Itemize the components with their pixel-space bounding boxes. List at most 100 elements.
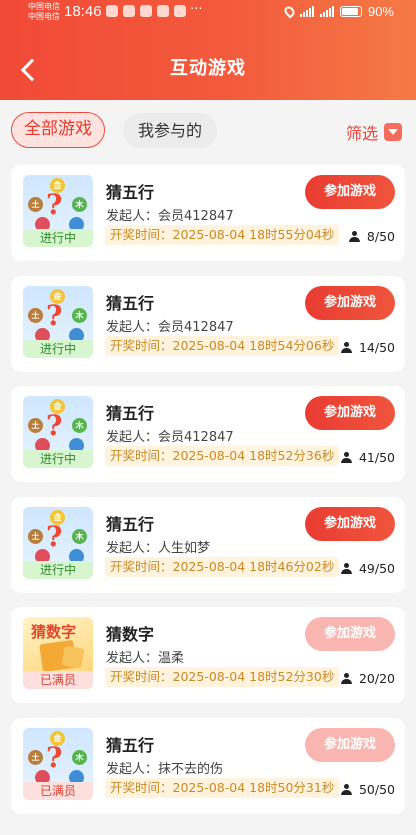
app-notification-icon [123,5,135,17]
participant-count: 41/50 [340,450,395,465]
dropdown-icon [384,123,402,141]
status-right: 90% [282,4,394,19]
draw-time: 开奖时间：2025-08-04 18时46分02秒 [105,557,340,577]
earth-ball-icon: 土 [28,529,43,544]
app-notification-icon [174,5,186,17]
join-game-button[interactable]: 参加游戏 [305,728,395,762]
people-icon [340,452,354,463]
draw-time: 开奖时间：2025-08-04 18时52分36秒 [105,446,340,466]
app-notification-icon [106,5,118,17]
wuxing-game-thumbnail: 金土木? 已满员 [23,728,93,800]
join-game-button[interactable]: 参加游戏 [305,507,395,541]
people-icon [340,784,354,795]
question-mark-icon: ? [46,741,63,774]
people-icon [348,231,362,242]
question-mark-icon: ? [46,409,63,442]
participant-count-text: 14/50 [358,340,395,355]
filter-label: 筛选 [345,124,378,143]
participant-count-text: 50/50 [358,782,395,797]
wood-ball-icon: 木 [72,529,87,544]
game-card[interactable]: 猜数字 已满员 猜数字 发起人：温柔 开奖时间：2025-08-04 18时52分30秒… [11,607,405,703]
people-icon [340,673,354,684]
join-game-button[interactable]: 参加游戏 [305,396,395,430]
status-time: 18:46 [64,3,102,20]
game-name: 猜五行 [106,294,155,313]
participant-count-text: 49/50 [358,561,395,576]
carrier-label: 中国电信 中国电信 [28,2,60,22]
game-card[interactable]: 金土木? 进行中 猜五行 发起人：会员412847 开奖时间：2025-08-04 18… [11,386,405,482]
status-badge: 进行中 [23,229,93,247]
initiator: 发起人：会员412847 [106,320,234,335]
earth-ball-icon: 土 [28,750,43,765]
app-notification-icon [157,5,169,17]
thumb-title: 猜数字 [31,623,77,641]
wuxing-game-thumbnail: 金土木? 进行中 [23,507,93,579]
participant-count: 50/50 [340,782,395,797]
battery-percent: 90% [367,4,394,19]
initiator: 发起人：温柔 [106,651,185,666]
initiator: 发起人：抹不去的伤 [106,762,224,777]
participant-count-text: 8/50 [366,229,395,244]
status-badge: 进行中 [23,340,93,358]
join-game-button[interactable]: 参加游戏 [305,617,395,651]
earth-ball-icon: 土 [28,418,43,433]
wood-ball-icon: 木 [72,750,87,765]
join-game-button[interactable]: 参加游戏 [305,286,395,320]
draw-time: 开奖时间：2025-08-04 18时50分31秒 [105,778,340,798]
game-name: 猜五行 [106,183,155,202]
wuxing-game-thumbnail: 金土木? 进行中 [23,286,93,358]
page-title: 互动游戏 [170,58,246,79]
number-game-thumbnail: 猜数字已满员 [23,617,93,689]
participant-count: 49/50 [340,561,395,576]
join-game-button[interactable]: 参加游戏 [305,175,395,209]
wood-ball-icon: 木 [72,418,87,433]
status-badge: 已满员 [23,671,93,689]
wood-ball-icon: 木 [72,308,87,323]
notification-icons [106,5,186,17]
initiator: 发起人：人生如梦 [106,541,211,556]
tab-all-games[interactable]: 全部游戏 [11,112,105,148]
location-icon [282,4,297,19]
wuxing-game-thumbnail: 金土木? 进行中 [23,396,93,468]
status-badge: 进行中 [23,561,93,579]
participant-count-text: 20/20 [358,671,395,686]
more-notifications: ··· [190,2,203,17]
question-mark-icon: ? [46,520,63,553]
game-name: 猜五行 [106,736,155,755]
initiator: 发起人：会员412847 [106,430,234,445]
game-card[interactable]: 金土木? 进行中 猜五行 发起人：会员412847 开奖时间：2025-08-04 18… [11,276,405,372]
draw-time: 开奖时间：2025-08-04 18时55分04秒 [105,225,340,245]
signal-icon [319,6,334,17]
participant-count: 14/50 [340,340,395,355]
wuxing-game-thumbnail: 金土木? 进行中 [23,175,93,247]
question-mark-icon: ? [46,299,63,332]
earth-ball-icon: 土 [28,197,43,212]
game-name: 猜数字 [106,625,155,644]
app-notification-icon [140,5,152,17]
carrier-1: 中国电信 [28,2,60,11]
status-badge: 已满员 [23,782,93,800]
earth-ball-icon: 土 [28,308,43,323]
game-card[interactable]: 金土木? 已满员 猜五行 发起人：抹不去的伤 开奖时间：2025-08-04 18时50… [11,718,405,814]
game-card[interactable]: 金土木? 进行中 猜五行 发起人：人生如梦 开奖时间：2025-08-04 18时46分… [11,497,405,593]
draw-time: 开奖时间：2025-08-04 18时52分30秒 [105,667,340,687]
game-card[interactable]: 金土木? 进行中 猜五行 发起人：会员412847 开奖时间：2025-08-04 18… [11,165,405,261]
question-mark-icon: ? [46,188,63,221]
tab-my-games[interactable]: 我参与的 [123,113,217,148]
participant-count: 8/50 [348,229,395,244]
status-bar: 中国电信 中国电信 18:46 ··· 90% [0,0,416,26]
status-badge: 进行中 [23,450,93,468]
battery-icon [339,6,362,17]
wood-ball-icon: 木 [72,197,87,212]
filter-button[interactable]: 筛选 [346,120,402,144]
signal-icon [299,6,314,17]
header: 中国电信 中国电信 18:46 ··· 90% 互动游戏 [0,0,416,100]
participant-count: 20/20 [340,671,395,686]
participant-count-text: 41/50 [358,450,395,465]
people-icon [340,563,354,574]
initiator: 发起人：会员412847 [106,209,234,224]
people-icon [340,342,354,353]
game-name: 猜五行 [106,515,155,534]
carrier-2: 中国电信 [28,12,60,21]
game-name: 猜五行 [106,404,155,423]
